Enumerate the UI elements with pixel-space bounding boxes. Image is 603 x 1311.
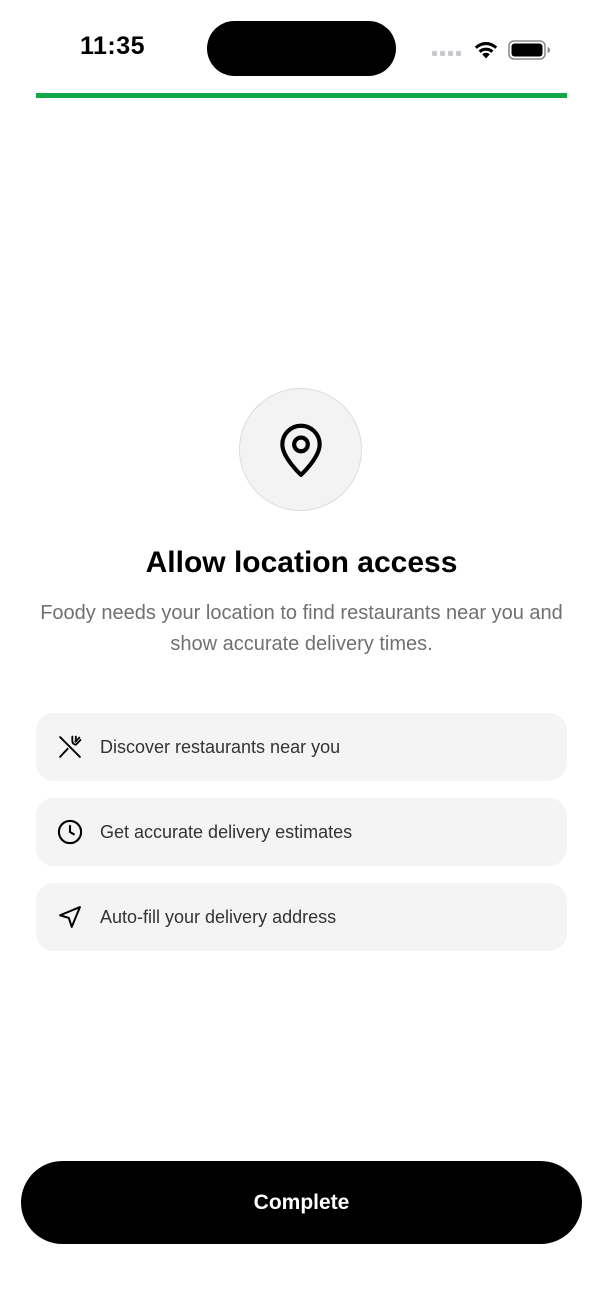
- clock-icon: [56, 818, 84, 846]
- benefit-label: Auto-fill your delivery address: [100, 906, 337, 927]
- status-bar: 11:35: [0, 0, 603, 92]
- progress-fill: [36, 93, 567, 98]
- location-icon-circle: [239, 388, 362, 511]
- page-title: Allow location access: [145, 546, 458, 579]
- status-icons: [430, 36, 554, 62]
- benefit-item-autofill: Auto-fill your delivery address: [36, 883, 567, 951]
- benefit-label: Discover restaurants near you: [100, 736, 341, 757]
- onboarding-progress-bar: [36, 93, 567, 98]
- wifi-icon: [474, 42, 498, 59]
- dynamic-island: [207, 21, 396, 76]
- benefit-item-discover: Discover restaurants near you: [36, 713, 567, 781]
- status-time: 11:35: [80, 32, 146, 60]
- benefit-item-estimates: Get accurate delivery estimates: [36, 798, 567, 866]
- benefit-label: Get accurate delivery estimates: [100, 821, 353, 842]
- battery-icon: [508, 40, 550, 60]
- navigation-arrow-icon: [56, 903, 84, 931]
- page-subtitle: Foody needs your location to find restau…: [40, 602, 563, 655]
- map-pin-icon: [279, 423, 322, 477]
- fork-knife-icon: [56, 733, 84, 761]
- cellular-signal-icon: [432, 51, 462, 57]
- benefit-list: Discover restaurants near you Get accura…: [36, 713, 567, 968]
- complete-button[interactable]: Complete: [21, 1161, 582, 1244]
